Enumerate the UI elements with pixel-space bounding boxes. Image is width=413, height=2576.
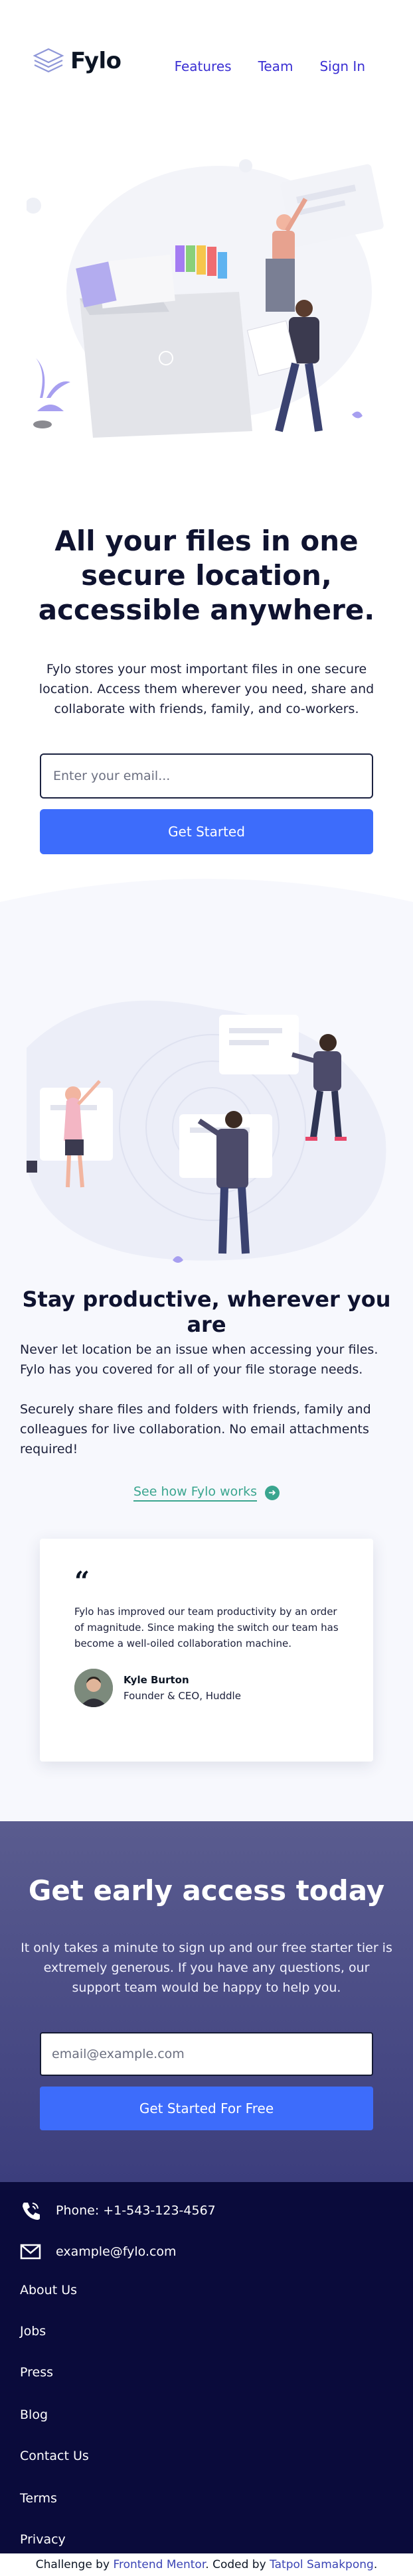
footer: Phone: +1-543-123-4567 example@fylo.com …	[0, 2182, 413, 2553]
hero-title: All your files in one secure location, a…	[38, 525, 375, 626]
avatar	[74, 1669, 113, 1707]
attribution: Challenge by Frontend Mentor. Coded by T…	[0, 2553, 413, 2576]
author-role: Founder & CEO, Huddle	[124, 1690, 241, 1702]
frontend-mentor-link[interactable]: Frontend Mentor	[113, 2558, 205, 2571]
logo[interactable]: Fylo	[33, 48, 122, 74]
testimonial-author: Kyle Burton Founder & CEO, Huddle	[74, 1669, 340, 1707]
footer-link-privacy[interactable]: Privacy	[20, 2532, 66, 2547]
footer-email-text[interactable]: example@fylo.com	[56, 2244, 177, 2259]
productive-title: Stay productive, wherever you are	[22, 1287, 391, 1337]
get-started-free-button[interactable]: Get Started For Free	[40, 2087, 373, 2130]
attribution-prefix: Challenge by	[35, 2558, 110, 2571]
main-nav: Features Team Sign In	[175, 58, 365, 74]
footer-link-blog[interactable]: Blog	[20, 2408, 48, 2422]
header: Fylo Features Team Sign In	[0, 0, 413, 133]
arrow-right-icon[interactable]: ➜	[264, 1486, 280, 1500]
footer-email: example@fylo.com	[20, 2242, 177, 2262]
testimonial-quote: Fylo has improved our team productivity …	[74, 1606, 339, 1649]
attribution-suffix: .	[373, 2558, 378, 2571]
footer-link-contact-us[interactable]: Contact Us	[20, 2449, 89, 2463]
footer-phone: Phone: +1-543-123-4567	[20, 2201, 216, 2221]
nav-team[interactable]: Team	[258, 58, 293, 74]
productive-paragraph-1: Never let location be an issue when acce…	[20, 1342, 378, 1377]
get-started-button[interactable]: Get Started	[40, 809, 373, 854]
email-icon	[20, 2244, 41, 2260]
early-access-text: It only takes a minute to sign up and ou…	[21, 1941, 392, 1995]
see-how-link[interactable]: See how Fylo works	[133, 1484, 257, 1502]
footer-link-about-us[interactable]: About Us	[20, 2283, 77, 2297]
page: Fylo Features Team Sign In All your file…	[0, 0, 413, 2576]
nav-features[interactable]: Features	[175, 58, 232, 74]
productive-illustration	[27, 1000, 386, 1263]
coder-link[interactable]: Tatpol Samakpong	[270, 2558, 374, 2571]
hero-illustration	[27, 159, 384, 438]
see-how-fylo-works: See how Fylo works ➜	[0, 1484, 413, 1502]
footer-link-terms[interactable]: Terms	[20, 2491, 57, 2506]
nav-sign-in[interactable]: Sign In	[319, 58, 365, 74]
early-access-email-input[interactable]: email@example.com	[40, 2032, 373, 2076]
logo-text: Fylo	[70, 48, 122, 74]
phone-icon	[23, 2203, 40, 2220]
hero-email-input[interactable]: Enter your email...	[40, 753, 373, 799]
early-access-section: Get early access today It only takes a m…	[0, 1821, 413, 2182]
author-name: Kyle Burton	[124, 1674, 189, 1686]
hero-description: Fylo stores your most important files in…	[39, 662, 374, 716]
attribution-middle: . Coded by	[205, 2558, 266, 2571]
early-access-title: Get early access today	[28, 1874, 385, 1907]
footer-phone-text[interactable]: Phone: +1-543-123-4567	[56, 2203, 216, 2218]
footer-link-jobs[interactable]: Jobs	[20, 2324, 46, 2339]
testimonial-card: “ Fylo has improved our team productivit…	[40, 1539, 373, 1762]
quote-icon: “	[74, 1566, 90, 1597]
logo-layers-icon	[33, 48, 64, 73]
footer-link-press[interactable]: Press	[20, 2365, 53, 2380]
productive-paragraph-2: Securely share files and folders with fr…	[20, 1402, 371, 1456]
